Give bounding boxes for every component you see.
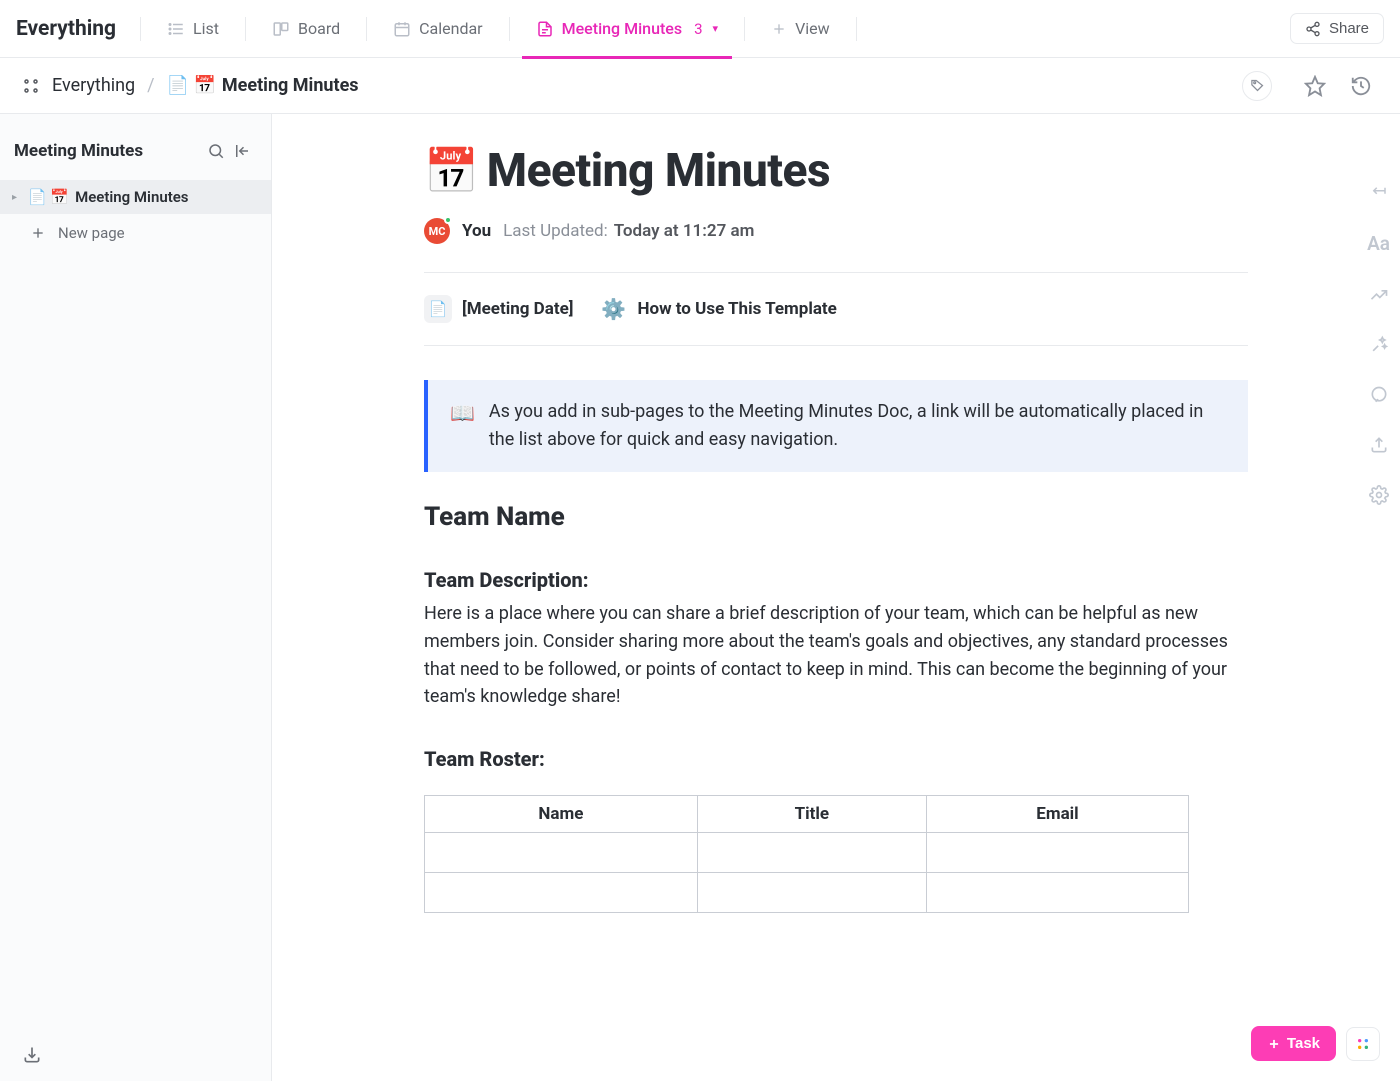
share-icon	[1305, 21, 1321, 37]
cell[interactable]	[697, 833, 926, 873]
author-avatar[interactable]: MC	[424, 218, 450, 244]
col-email[interactable]: Email	[927, 796, 1189, 833]
doc-outline-sidebar: Meeting Minutes ▸ 📄 📅 Meeting Minutes Ne…	[0, 114, 272, 1081]
top-tab-bar: Everything List Board Calendar Meeting M…	[0, 0, 1400, 58]
doc-icon	[536, 20, 554, 38]
team-description-body[interactable]: Here is a place where you can share a br…	[424, 600, 1248, 712]
separator	[856, 17, 857, 41]
subpage-how-to-use[interactable]: ⚙️ How to Use This Template	[599, 295, 836, 323]
subpage-label: [Meeting Date]	[462, 299, 573, 319]
doc-title-row: 📅 Meeting Minutes	[424, 144, 1248, 198]
heading-team-description[interactable]: Team Description:	[424, 568, 1248, 592]
list-icon	[167, 20, 185, 38]
calendar-icon	[393, 20, 411, 38]
task-button-label: Task	[1287, 1035, 1320, 1052]
cell[interactable]	[927, 873, 1189, 913]
col-title[interactable]: Title	[697, 796, 926, 833]
heading-team-name[interactable]: Team Name	[424, 502, 1248, 532]
doc-title[interactable]: Meeting Minutes	[487, 144, 830, 198]
subpage-links-row: 📄 [Meeting Date] ⚙️ How to Use This Temp…	[424, 273, 1248, 346]
breadcrumb-bar: Everything / 📄 📅 Meeting Minutes	[0, 58, 1400, 114]
download-button[interactable]	[22, 1045, 42, 1065]
chevron-down-icon: ▾	[713, 22, 719, 35]
export-icon[interactable]	[1369, 435, 1389, 455]
updated-label: Last Updated:	[503, 221, 608, 241]
share-label: Share	[1329, 20, 1369, 37]
new-page-button[interactable]: New page	[0, 214, 271, 252]
breadcrumb-title: Meeting Minutes	[222, 75, 359, 96]
apps-button[interactable]	[1346, 1027, 1380, 1061]
page-emoji: 📄 📅	[28, 188, 69, 206]
subpage-label: How to Use This Template	[637, 299, 836, 319]
cell[interactable]	[927, 833, 1189, 873]
page-emoji: 📄 📅	[167, 75, 216, 96]
table-row[interactable]	[425, 833, 1189, 873]
tab-meeting-minutes[interactable]: Meeting Minutes 3 ▾	[522, 0, 732, 58]
cell[interactable]	[425, 873, 698, 913]
ai-sparkle-icon[interactable]	[1369, 285, 1389, 305]
presence-indicator	[444, 216, 452, 224]
separator	[140, 17, 141, 41]
favorite-button[interactable]	[1298, 69, 1332, 103]
doc-content-area: Aa 📅 Meeting Minutes	[272, 114, 1400, 1081]
right-tool-rail: Aa	[1367, 184, 1390, 505]
sidebar-page-item[interactable]: ▸ 📄 📅 Meeting Minutes	[0, 180, 271, 214]
tab-label: Board	[298, 19, 340, 38]
caret-right-icon: ▸	[12, 192, 22, 203]
col-name[interactable]: Name	[425, 796, 698, 833]
updated-value: Today at 11:27 am	[614, 221, 755, 241]
magic-wand-icon[interactable]	[1369, 335, 1389, 355]
tag-button[interactable]	[1242, 71, 1272, 101]
settings-icon[interactable]	[1369, 485, 1389, 505]
tab-label: Meeting Minutes	[562, 19, 683, 38]
tab-list[interactable]: List	[153, 0, 233, 58]
callout-text: As you add in sub-pages to the Meeting M…	[489, 398, 1226, 454]
sidebar-item-label: Meeting Minutes	[75, 188, 188, 206]
heading-team-roster[interactable]: Team Roster:	[424, 747, 1248, 771]
tab-label: View	[795, 19, 830, 38]
info-callout: 📖 As you add in sub-pages to the Meeting…	[424, 380, 1248, 472]
history-button[interactable]	[1344, 69, 1378, 103]
workspace-name[interactable]: Everything	[16, 17, 116, 41]
tab-calendar[interactable]: Calendar	[379, 0, 496, 58]
breadcrumb-root[interactable]: Everything	[52, 75, 135, 96]
plus-icon	[771, 21, 787, 37]
avatar-initials: MC	[429, 225, 446, 238]
new-task-button[interactable]: Task	[1251, 1026, 1336, 1061]
grid-icon[interactable]	[22, 77, 40, 95]
doc-title-emoji[interactable]: 📅	[424, 149, 479, 193]
doc-icon: 📄	[424, 295, 452, 323]
tab-board[interactable]: Board	[258, 0, 354, 58]
tab-count: 3	[694, 20, 702, 38]
cell[interactable]	[697, 873, 926, 913]
tab-add-view[interactable]: View	[757, 0, 844, 58]
table-row[interactable]	[425, 873, 1189, 913]
typography-button[interactable]: Aa	[1367, 232, 1390, 255]
comment-icon[interactable]	[1369, 385, 1389, 405]
collapse-sidebar-button[interactable]	[229, 138, 255, 164]
cell[interactable]	[425, 833, 698, 873]
separator	[366, 17, 367, 41]
separator	[744, 17, 745, 41]
board-icon	[272, 20, 290, 38]
tab-label: Calendar	[419, 19, 482, 38]
doc-byline: MC You Last Updated: Today at 11:27 am	[424, 218, 1248, 273]
subpage-meeting-date[interactable]: 📄 [Meeting Date]	[424, 295, 573, 323]
separator	[245, 17, 246, 41]
table-header-row: Name Title Email	[425, 796, 1189, 833]
breadcrumb-separator: /	[147, 75, 154, 96]
gear-icon: ⚙️	[599, 295, 627, 323]
tab-label: List	[193, 19, 219, 38]
search-button[interactable]	[203, 138, 229, 164]
floating-action-bar: Task	[1251, 1026, 1380, 1061]
roster-table[interactable]: Name Title Email	[424, 795, 1189, 913]
breadcrumb-page[interactable]: 📄 📅 Meeting Minutes	[167, 75, 359, 96]
share-button[interactable]: Share	[1290, 13, 1384, 44]
back-arrow-icon[interactable]	[1368, 184, 1390, 202]
book-icon: 📖	[450, 398, 475, 454]
separator	[509, 17, 510, 41]
sidebar-title: Meeting Minutes	[14, 141, 203, 161]
new-page-label: New page	[58, 224, 125, 242]
author-name: You	[462, 221, 491, 241]
